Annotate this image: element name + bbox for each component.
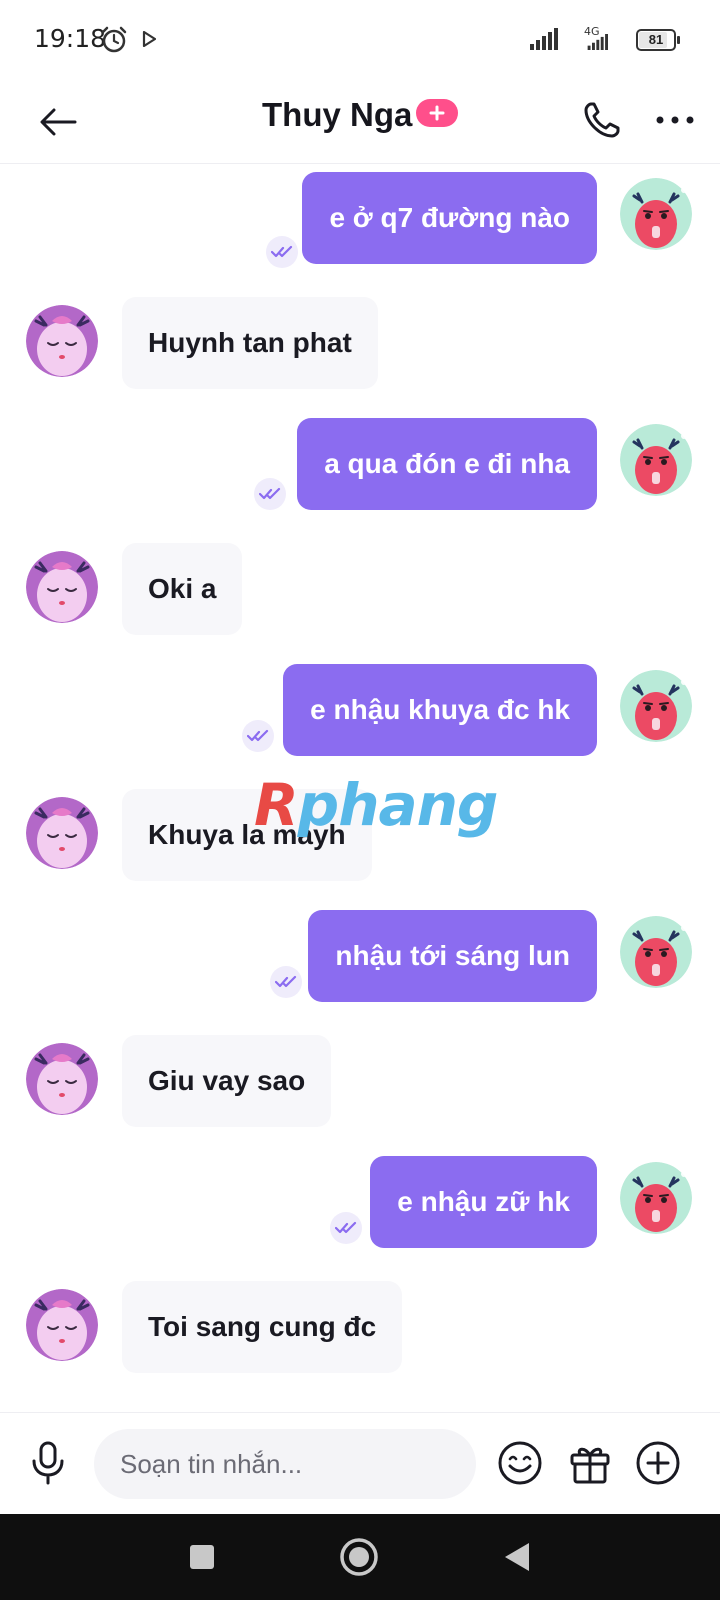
avatar-self[interactable] — [620, 670, 692, 742]
double-check-icon — [254, 478, 286, 510]
message-bubble-incoming[interactable]: Giu vay sao — [122, 1035, 332, 1127]
double-check-icon — [266, 236, 298, 268]
message-bubble-outgoing[interactable]: a qua đón e đi nha — [297, 418, 597, 510]
status-bar: 19:18 4G 81 — [0, 0, 720, 80]
avatar-contact[interactable] — [26, 1043, 98, 1115]
message-row-incoming: Giu vay sao — [0, 1035, 720, 1127]
avatar-self[interactable] — [620, 1162, 692, 1234]
signal-icon — [530, 28, 558, 50]
message-row-incoming: Toi sang cung đc — [0, 1281, 720, 1373]
signal-icon-secondary — [587, 34, 608, 50]
avatar-self[interactable] — [620, 916, 692, 988]
message-row-incoming: Oki a — [0, 543, 720, 635]
message-input[interactable] — [94, 1429, 476, 1499]
avatar-contact[interactable] — [26, 1289, 98, 1361]
system-navigation-bar — [0, 1514, 720, 1600]
double-check-icon — [330, 1212, 362, 1244]
message-bubble-outgoing[interactable]: e nhậu zữ hk — [370, 1156, 597, 1248]
avatar-self[interactable] — [620, 424, 692, 496]
home-button[interactable] — [334, 1532, 384, 1582]
avatar-contact[interactable] — [26, 551, 98, 623]
contact-name[interactable]: Thuy Nga — [262, 96, 412, 134]
plus-circle-icon — [636, 1441, 680, 1485]
more-horizontal-icon — [656, 116, 694, 124]
message-row-outgoing: e nhậu khuya đc hk — [0, 664, 720, 756]
watermark-logo: Rphang — [254, 771, 498, 839]
add-friend-badge[interactable] — [416, 99, 458, 127]
voice-message-button[interactable] — [20, 1435, 76, 1491]
square-icon — [190, 1545, 214, 1569]
chat-header: Thuy Nga — [0, 80, 720, 164]
gift-button[interactable] — [562, 1435, 618, 1491]
play-store-icon — [142, 31, 156, 47]
avatar-self[interactable] — [620, 178, 692, 250]
message-row-outgoing: e ở q7 đường nào — [0, 172, 720, 268]
message-bubble-incoming[interactable]: Oki a — [122, 543, 243, 635]
gift-icon — [570, 1447, 610, 1484]
conversation[interactable]: e ở q7 đường nào Huynh tan phat a qua đó… — [0, 165, 720, 1412]
message-row-incoming: Huynh tan phat — [0, 297, 720, 389]
triangle-back-icon — [505, 1543, 529, 1571]
microphone-icon — [32, 1441, 64, 1485]
more-options-button[interactable] — [648, 92, 702, 148]
battery-level: 81 — [648, 32, 664, 47]
emoji-button[interactable] — [492, 1435, 548, 1491]
phone-icon — [584, 102, 620, 138]
home-circle-icon — [340, 1538, 378, 1576]
plus-icon — [429, 105, 445, 121]
recents-button[interactable] — [177, 1532, 227, 1582]
double-check-icon — [242, 720, 274, 752]
message-bubble-outgoing[interactable]: nhậu tới sáng lun — [308, 910, 597, 1002]
status-time: 19:18 — [34, 24, 107, 53]
emoji-icon — [498, 1441, 542, 1485]
battery-indicator: 81 — [636, 29, 680, 51]
back-nav-button[interactable] — [492, 1532, 542, 1582]
message-composer — [0, 1412, 720, 1514]
attach-button[interactable] — [630, 1435, 686, 1491]
message-bubble-outgoing[interactable]: e nhậu khuya đc hk — [283, 664, 597, 756]
message-bubble-incoming[interactable]: Huynh tan phat — [122, 297, 378, 389]
message-row-outgoing: e nhậu zữ hk — [0, 1156, 720, 1248]
call-button[interactable] — [574, 92, 630, 148]
back-button[interactable] — [28, 92, 88, 152]
arrow-left-icon — [40, 108, 77, 136]
message-bubble-outgoing[interactable]: e ở q7 đường nào — [302, 172, 597, 264]
double-check-icon — [270, 966, 302, 998]
avatar-contact[interactable] — [26, 797, 98, 869]
message-row-outgoing: nhậu tới sáng lun — [0, 910, 720, 1002]
alarm-icon — [101, 26, 127, 53]
avatar-contact[interactable] — [26, 305, 98, 377]
message-row-outgoing: a qua đón e đi nha — [0, 418, 720, 510]
message-bubble-incoming[interactable]: Toi sang cung đc — [122, 1281, 403, 1373]
